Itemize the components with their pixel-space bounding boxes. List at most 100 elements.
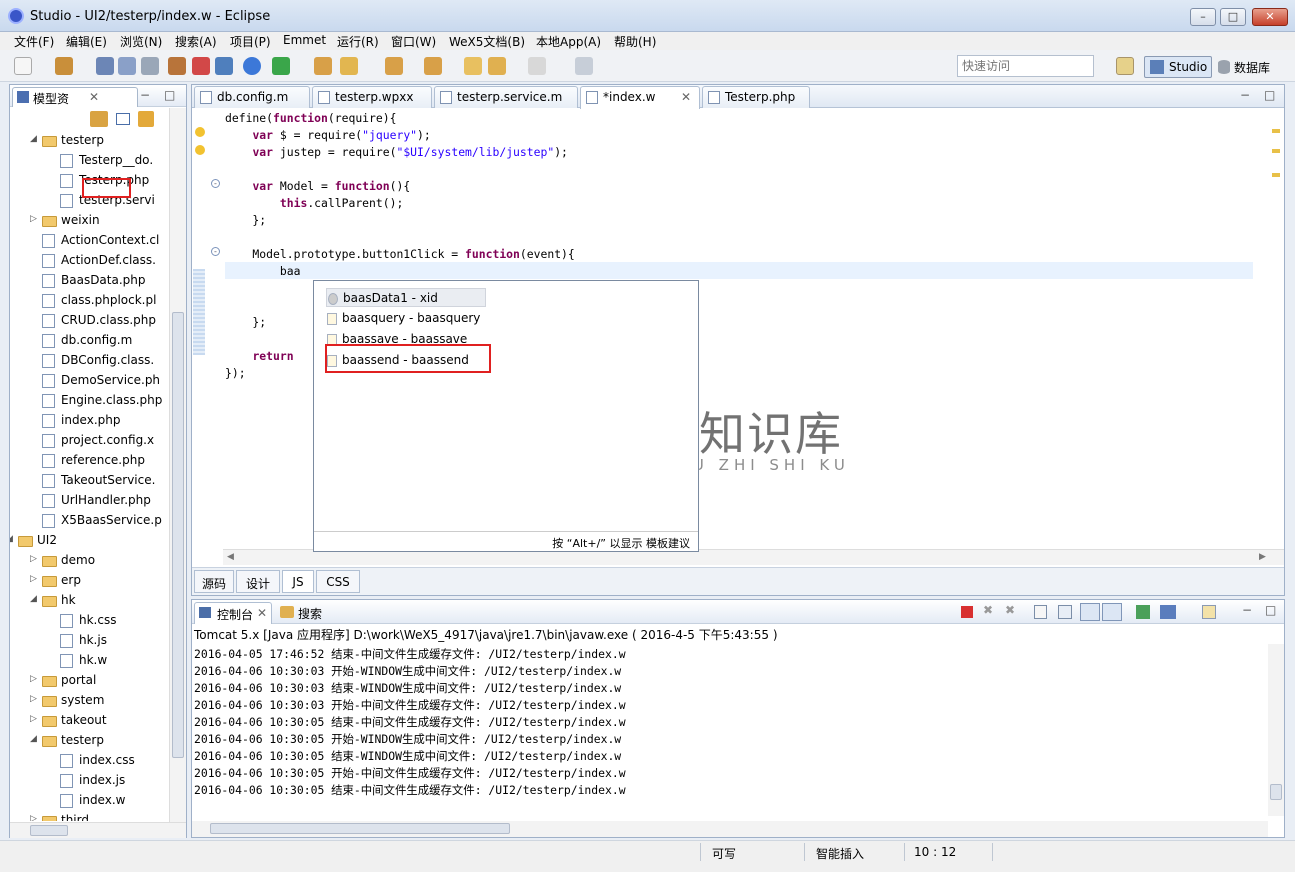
scroll-lock-icon[interactable] [1058,605,1072,619]
explorer-vertical-scrollbar[interactable] [169,108,186,822]
close-icon[interactable]: ✕ [89,90,99,104]
tree-folder[interactable]: ▷ takeout [10,711,168,731]
last-edit-icon[interactable] [464,57,482,75]
tree-file[interactable]: reference.php [10,451,168,471]
pin-icon[interactable] [575,57,593,75]
tree-file[interactable]: BaasData.php [10,271,168,291]
menu-file[interactable]: 文件(F) [14,33,54,50]
tree-folder[interactable]: ◢ UI2 [10,531,168,551]
maximize-button[interactable]: □ [1220,8,1246,26]
tree-file[interactable]: TakeoutService. [10,471,168,491]
debug-icon[interactable] [168,57,186,75]
menu-help[interactable]: 帮助(H) [614,33,656,50]
completion-item[interactable]: baasData1 - xid [326,288,486,307]
tree-folder[interactable]: ▷ erp [10,571,168,591]
tree-file[interactable]: index.css [10,751,168,771]
forward-icon[interactable] [528,57,546,75]
tree-file[interactable]: index.php [10,411,168,431]
explorer-tab[interactable]: 模型资 ✕ [12,87,138,107]
collapsed-twistie-icon[interactable]: ▷ [30,574,37,584]
menu-navigate[interactable]: 浏览(N) [120,33,162,50]
scrollbar-thumb[interactable] [172,312,184,758]
tree-file[interactable]: hk.js [10,631,168,651]
tree-folder[interactable]: ◢ hk [10,591,168,611]
menu-run[interactable]: 运行(R) [337,33,379,50]
warning-marker[interactable] [1272,149,1280,153]
tree-file[interactable]: DemoService.ph [10,371,168,391]
tree-file[interactable]: db.config.m [10,331,168,351]
minimize-button[interactable]: – [1190,8,1216,26]
tree-file[interactable]: ActionDef.class. [10,251,168,271]
menu-search[interactable]: 搜索(A) [175,33,217,50]
clear-console-icon[interactable] [1034,605,1047,619]
maximize-view-icon[interactable]: □ [1264,88,1275,102]
tree-file[interactable]: hk.css [10,611,168,631]
tab-testerp-service[interactable]: testerp.service.m [434,86,578,108]
tree-file[interactable]: ActionContext.cl [10,231,168,251]
tree-folder[interactable]: ▷ demo [10,551,168,571]
minimize-view-icon[interactable]: − [1242,603,1252,617]
tree-folder[interactable]: ▷ portal [10,671,168,691]
new-console-icon[interactable] [1202,605,1216,619]
console-output[interactable]: 2016-04-05 17:46:52 结束-中间文件生成缓存文件: /UI2/… [194,646,1264,799]
scrollbar-thumb[interactable] [210,823,510,834]
tree-file[interactable]: index.w [10,791,168,811]
scroll-right-icon[interactable]: ▶ [1259,552,1266,562]
pin-console-icon[interactable] [1136,605,1150,619]
tab-db-config[interactable]: db.config.m [194,86,310,108]
display-console-icon[interactable] [1160,605,1176,619]
tree-file[interactable]: DBConfig.class. [10,351,168,371]
perspective-studio-button[interactable]: Studio [1144,56,1212,78]
collapsed-twistie-icon[interactable]: ▷ [30,214,37,224]
tab-testerp-wpxx[interactable]: testerp.wpxx [312,86,432,108]
maximize-view-icon[interactable]: □ [164,88,175,102]
close-button[interactable]: ✕ [1252,8,1288,26]
tree-file[interactable]: project.config.x [10,431,168,451]
expanded-twistie-icon[interactable]: ◢ [10,534,13,544]
collapse-icon[interactable]: - [211,179,220,188]
tree-folder[interactable]: ◢ testerp [10,131,168,151]
show-on-error-icon[interactable] [1102,603,1122,621]
refresh-icon[interactable] [215,57,233,75]
save-icon[interactable] [96,57,114,75]
prev-annotation-icon[interactable] [424,57,442,75]
tab-search[interactable]: 搜索 [276,602,344,624]
tree-folder[interactable]: ▷ third [10,811,168,821]
terminate-icon[interactable] [961,606,973,618]
maximize-view-icon[interactable]: □ [1265,603,1276,617]
save-all-icon[interactable] [118,57,136,75]
remove-all-icon[interactable]: ✖ [1005,603,1015,617]
close-icon[interactable]: ✕ [681,90,691,104]
console-horizontal-scrollbar[interactable] [192,821,1268,837]
warning-marker[interactable] [1272,173,1280,177]
tree-file[interactable]: Engine.class.php [10,391,168,411]
tree-file[interactable]: index.js [10,771,168,791]
tab-js[interactable]: JS [282,570,314,593]
close-icon[interactable]: ✕ [257,606,267,620]
link-editor-icon[interactable] [138,111,154,127]
minimize-view-icon[interactable]: − [140,88,150,102]
remove-launch-icon[interactable]: ✖ [983,603,993,617]
open-folder-icon[interactable] [314,57,332,75]
scrollbar-thumb[interactable] [1270,784,1282,800]
back-icon[interactable] [488,57,506,75]
new-icon[interactable] [14,57,32,75]
tree-file[interactable]: Testerp__do. [10,151,168,171]
tree-folder[interactable]: ▷ weixin [10,211,168,231]
expanded-twistie-icon[interactable]: ◢ [30,594,37,604]
minimize-view-icon[interactable]: − [1240,88,1250,102]
tree-file[interactable]: class.phplock.pl [10,291,168,311]
explorer-horizontal-scrollbar[interactable] [10,822,186,838]
open-perspective-icon[interactable] [1116,57,1134,75]
collapsed-twistie-icon[interactable]: ▷ [30,714,37,724]
menu-emmet[interactable]: Emmet [283,33,326,47]
tree-file[interactable]: hk.w [10,651,168,671]
next-annotation-icon[interactable] [385,57,403,75]
collapsed-twistie-icon[interactable]: ▷ [30,694,37,704]
tab-css[interactable]: CSS [316,570,360,593]
collapse-icon[interactable]: - [211,247,220,256]
tab-source[interactable]: 源码 [194,570,234,593]
stop-debug-icon[interactable] [192,57,210,75]
run-icon[interactable] [272,57,290,75]
tree-file[interactable]: X5BaasService.p [10,511,168,531]
